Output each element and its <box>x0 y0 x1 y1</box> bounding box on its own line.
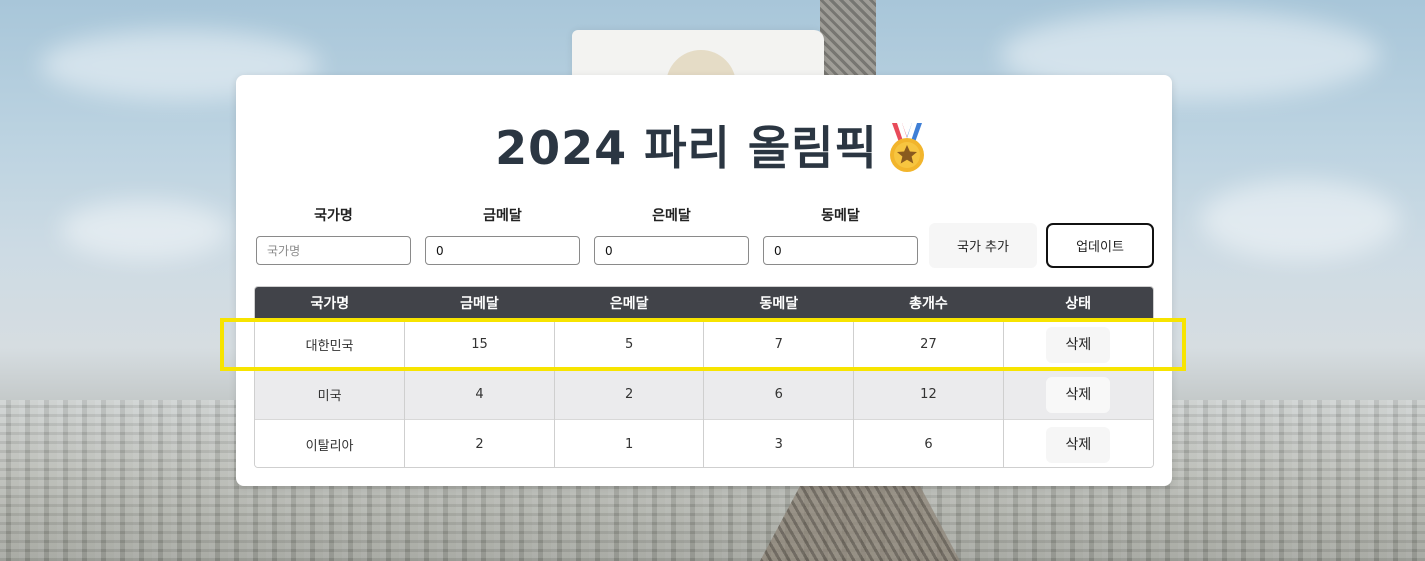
cell-status: 삭제 <box>1003 369 1153 420</box>
delete-button[interactable]: 삭제 <box>1046 426 1111 463</box>
cloud <box>60 200 230 260</box>
update-button[interactable]: 업데이트 <box>1046 223 1154 268</box>
country-input[interactable] <box>256 236 411 265</box>
table-row: 이탈리아 2 1 3 6 삭제 <box>255 419 1153 467</box>
page-title-text: 2024 파리 올림픽 <box>495 121 878 175</box>
cell-bronze: 7 <box>703 319 855 370</box>
bronze-input[interactable] <box>763 236 918 265</box>
cell-country: 대한민국 <box>255 319 406 370</box>
header-total: 총개수 <box>853 287 1004 320</box>
gold-field: 금메달 <box>425 205 580 265</box>
cell-silver: 1 <box>554 419 705 467</box>
header-bronze: 동메달 <box>703 287 854 320</box>
cell-gold: 4 <box>404 369 555 420</box>
medal-table: 국가명 금메달 은메달 동메달 총개수 상태 대한민국 15 5 7 27 삭제… <box>254 286 1154 468</box>
bronze-field: 동메달 <box>763 205 918 265</box>
cell-total: 12 <box>853 369 1004 420</box>
cell-gold: 2 <box>404 419 555 467</box>
bronze-label: 동메달 <box>821 208 860 224</box>
delete-button[interactable]: 삭제 <box>1046 326 1111 363</box>
cell-bronze: 6 <box>703 369 855 420</box>
silver-field: 은메달 <box>594 205 749 265</box>
table-row: 대한민국 15 5 7 27 삭제 <box>255 319 1153 370</box>
cell-status: 삭제 <box>1003 419 1153 467</box>
gold-input[interactable] <box>425 236 580 265</box>
header-status: 상태 <box>1003 287 1153 320</box>
silver-label: 은메달 <box>652 208 691 224</box>
header-country: 국가명 <box>255 287 405 320</box>
country-field: 국가명 <box>256 205 411 265</box>
cell-total: 27 <box>853 319 1004 370</box>
header-silver: 은메달 <box>554 287 704 320</box>
medal-icon <box>884 122 930 173</box>
table-row: 미국 4 2 6 12 삭제 <box>255 369 1153 420</box>
cell-country: 이탈리아 <box>255 419 406 467</box>
cell-bronze: 3 <box>703 419 855 467</box>
header-gold: 금메달 <box>404 287 555 320</box>
page-title: 2024 파리 올림픽 <box>0 118 1425 178</box>
add-country-button[interactable]: 국가 추가 <box>929 223 1037 268</box>
cell-silver: 5 <box>554 319 705 370</box>
cloud <box>1200 180 1400 260</box>
cell-status: 삭제 <box>1003 319 1153 370</box>
gold-label: 금메달 <box>483 208 522 224</box>
silver-input[interactable] <box>594 236 749 265</box>
delete-button[interactable]: 삭제 <box>1046 376 1111 413</box>
cell-total: 6 <box>853 419 1004 467</box>
country-label: 국가명 <box>314 208 353 224</box>
cell-country: 미국 <box>255 369 406 420</box>
cell-gold: 15 <box>404 319 555 370</box>
cell-silver: 2 <box>554 369 705 420</box>
table-header-row: 국가명 금메달 은메달 동메달 총개수 상태 <box>255 287 1153 320</box>
